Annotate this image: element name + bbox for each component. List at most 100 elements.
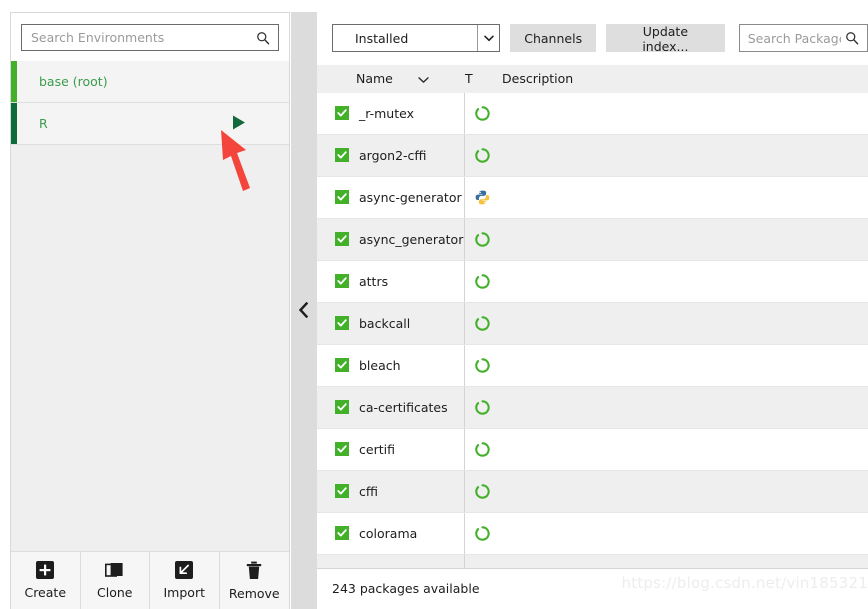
conda-icon — [465, 484, 497, 499]
column-header-name[interactable]: Name — [317, 71, 465, 86]
column-header-type[interactable]: T — [465, 71, 497, 86]
package-filter-value: Installed — [355, 30, 409, 46]
package-name-cell: certifi — [317, 428, 465, 470]
package-installed-checkbox[interactable] — [335, 190, 349, 205]
conda-icon — [465, 526, 497, 541]
copy-icon — [105, 563, 123, 577]
package-filter-dropdown[interactable]: Installed — [332, 24, 501, 53]
table-row[interactable]: bleach — [317, 344, 868, 387]
packages-available-count: 243 packages available — [332, 581, 480, 597]
package-installed-checkbox[interactable] — [335, 358, 349, 373]
python-icon — [465, 190, 497, 205]
environment-color-bar — [11, 103, 17, 144]
create-label: Create — [24, 585, 67, 600]
plus-square-icon — [36, 561, 55, 579]
clone-label: Clone — [97, 585, 133, 600]
package-name-cell: _r-mutex — [317, 92, 465, 134]
environment-item-r[interactable]: R — [11, 103, 289, 145]
conda-icon — [465, 400, 497, 415]
column-header-description[interactable]: Description — [497, 71, 868, 86]
environment-item-base[interactable]: base (root) — [11, 61, 289, 103]
package-installed-checkbox[interactable] — [335, 148, 349, 163]
table-row[interactable]: ca-certificates — [317, 386, 868, 429]
package-name: backcall — [359, 315, 411, 331]
update-index-button[interactable]: Update index... — [606, 24, 725, 54]
trash-icon — [247, 561, 262, 579]
table-row[interactable]: colorama — [317, 512, 868, 555]
package-name-cell: backcall — [317, 302, 465, 344]
search-packages-box[interactable] — [738, 24, 868, 53]
chevron-down-icon[interactable] — [418, 71, 429, 86]
package-name: ca-certificates — [359, 399, 448, 415]
packages-table-body[interactable]: _r-mutex argon2-cffi async-generator async_… — [317, 92, 868, 568]
package-name-cell: colorama — [317, 512, 465, 554]
environment-run-play-icon[interactable] — [232, 114, 246, 133]
conda-icon — [465, 232, 497, 247]
package-name-cell: ca-certificates — [317, 386, 465, 428]
search-environments-input[interactable] — [22, 25, 278, 50]
create-environment-button[interactable]: Create — [11, 552, 81, 609]
table-row[interactable]: certifi — [317, 428, 868, 471]
packages-toolbar: Installed Channels Update index... — [317, 12, 868, 65]
environment-name: R — [39, 116, 48, 131]
package-name-cell: decorator — [317, 554, 465, 568]
remove-label: Remove — [228, 585, 280, 601]
search-environments-box[interactable] — [21, 24, 279, 51]
package-name-cell: argon2-cffi — [317, 134, 465, 176]
import-arrow-icon — [175, 561, 194, 579]
table-row[interactable]: decorator — [317, 554, 868, 568]
packages-table-header: Name T Description — [317, 64, 868, 93]
environments-search-container — [11, 13, 289, 61]
package-name: _r-mutex — [359, 105, 414, 121]
package-name-cell: attrs — [317, 260, 465, 302]
environment-actions-bar: Create Clone Import Remove — [11, 551, 289, 609]
package-name: async_generator — [359, 231, 464, 247]
package-installed-checkbox[interactable] — [335, 232, 349, 247]
table-row[interactable]: backcall — [317, 302, 868, 345]
package-name: colorama — [359, 525, 418, 541]
package-name: cffi — [359, 483, 378, 499]
package-installed-checkbox[interactable] — [335, 484, 349, 499]
panel-collapse-handle[interactable] — [291, 12, 317, 609]
conda-icon — [465, 316, 497, 331]
package-name-cell: cffi — [317, 470, 465, 512]
search-packages-input[interactable] — [739, 25, 867, 52]
anaconda-navigator-environments-window: base (root) R Create — [0, 0, 868, 609]
package-name: certifi — [359, 441, 395, 457]
chevron-down-icon[interactable] — [477, 25, 499, 52]
package-name: argon2-cffi — [359, 147, 427, 163]
table-row[interactable]: _r-mutex — [317, 92, 868, 135]
packages-panel: Installed Channels Update index... N — [317, 12, 868, 609]
conda-icon — [465, 148, 497, 163]
table-row[interactable]: cffi — [317, 470, 868, 513]
package-installed-checkbox[interactable] — [335, 526, 349, 541]
package-name-cell: async_generator — [317, 218, 465, 260]
conda-icon — [465, 358, 497, 373]
import-environment-button[interactable]: Import — [150, 552, 220, 609]
table-row[interactable]: attrs — [317, 260, 868, 303]
environment-name: base (root) — [39, 74, 108, 89]
package-name: async-generator — [359, 189, 462, 205]
clone-environment-button[interactable]: Clone — [81, 552, 150, 609]
chevron-left-icon[interactable] — [298, 301, 310, 322]
package-installed-checkbox[interactable] — [335, 400, 349, 415]
table-row[interactable]: async_generator — [317, 218, 868, 261]
environments-list-empty-area — [11, 145, 289, 551]
packages-status-bar: 243 packages available — [317, 567, 868, 609]
package-name: bleach — [359, 357, 401, 373]
package-name-cell: bleach — [317, 344, 465, 386]
table-row[interactable]: async-generator — [317, 176, 868, 219]
package-installed-checkbox[interactable] — [335, 442, 349, 457]
package-installed-checkbox[interactable] — [335, 106, 349, 121]
environments-list: base (root) R — [11, 61, 289, 551]
table-row[interactable]: argon2-cffi — [317, 134, 868, 177]
package-installed-checkbox[interactable] — [335, 316, 349, 331]
import-label: Import — [163, 585, 206, 600]
environment-color-bar — [11, 61, 17, 102]
package-name: attrs — [359, 273, 389, 289]
column-header-name-label: Name — [356, 71, 393, 87]
package-installed-checkbox[interactable] — [335, 274, 349, 289]
remove-environment-button[interactable]: Remove — [220, 552, 290, 609]
conda-icon — [465, 442, 497, 457]
channels-button[interactable]: Channels — [510, 24, 597, 53]
